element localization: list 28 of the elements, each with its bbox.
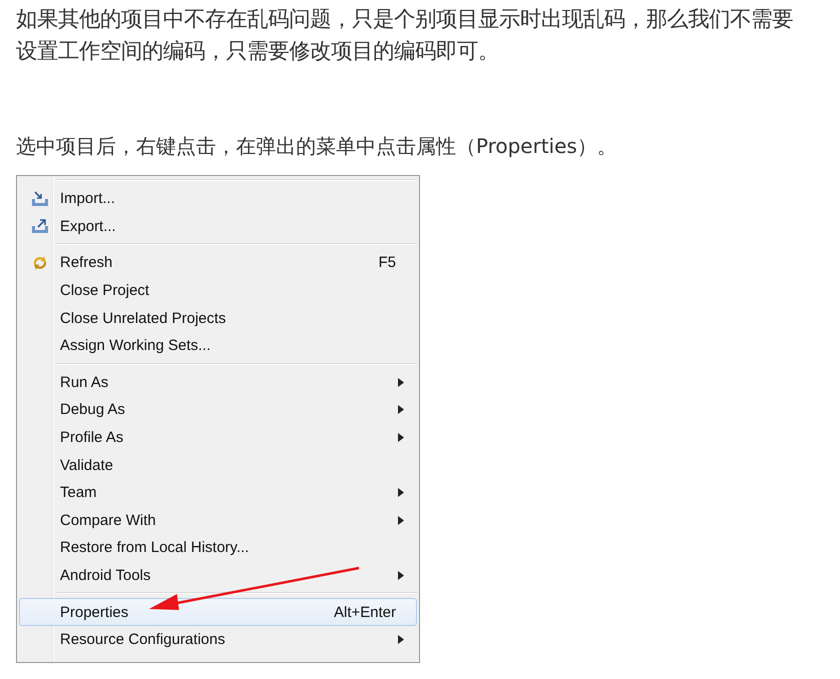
menu-item[interactable]: Debug As: [19, 396, 417, 424]
import-icon: [31, 190, 49, 207]
paragraph: 如果其他的项目中不存在乱码问题，只是个别项目显示时出现乱码，那么我们不需要设置工作空间的编码，只需要修改项目的编码即可。: [16, 6, 794, 66]
refresh-icon: [31, 254, 49, 272]
menu-item[interactable]: Resource Configurations: [19, 626, 417, 654]
menu-item[interactable]: Properties Alt+Enter: [19, 598, 417, 626]
menu-item[interactable]: Android Tools: [19, 562, 417, 590]
submenu-arrow-icon: [398, 433, 404, 442]
menu-item[interactable]: Close Unrelated Projects: [19, 304, 417, 332]
submenu-arrow-icon: [398, 488, 404, 498]
menu-item[interactable]: Compare With: [19, 506, 417, 534]
submenu-arrow-icon: [398, 378, 404, 387]
submenu-arrow-icon: [398, 516, 404, 525]
menu-item[interactable]: Export...: [19, 212, 417, 240]
paragraph: 选中项目后，右键点击，在弹出的菜单中点击属性（Properties）。: [16, 133, 618, 160]
menu-item[interactable]: Validate: [19, 451, 417, 479]
menu-item[interactable]: Import...: [19, 185, 417, 213]
menu-item[interactable]: Close Project: [19, 276, 417, 304]
menu-item[interactable]: Team: [19, 478, 417, 507]
submenu-arrow-icon: [398, 635, 404, 644]
menu-item[interactable]: Assign Working Sets...: [19, 332, 417, 360]
menu-item[interactable]: Refresh F5: [19, 249, 417, 277]
export-icon: [31, 218, 49, 234]
menu-item[interactable]: Restore from Local History...: [19, 534, 417, 562]
submenu-arrow-icon: [398, 405, 404, 414]
menu-item[interactable]: Run As: [19, 368, 417, 396]
submenu-arrow-icon: [398, 571, 404, 580]
menu-item[interactable]: Profile As: [19, 424, 417, 452]
